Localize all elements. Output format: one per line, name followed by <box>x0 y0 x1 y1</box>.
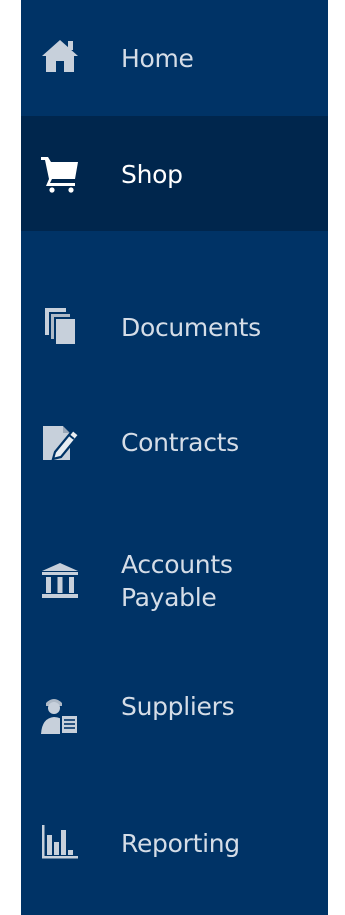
sidebar-item-shop[interactable]: Shop <box>21 116 328 231</box>
sidebar-item-label: Suppliers <box>121 692 235 721</box>
sidebar-nav: Home Shop Documents Contracts Accounts P… <box>21 0 328 915</box>
bank-icon <box>39 560 81 602</box>
home-icon <box>39 34 81 76</box>
sidebar-item-reporting[interactable]: Reporting <box>21 765 328 915</box>
bar-chart-icon <box>39 820 81 862</box>
documents-icon <box>39 305 81 347</box>
sidebar-item-contracts[interactable]: Contracts <box>21 346 328 524</box>
sidebar-item-label: Reporting <box>121 829 240 858</box>
sidebar-item-label: Home <box>121 44 194 73</box>
sidebar-item-suppliers[interactable]: Suppliers <box>21 650 328 765</box>
sidebar-item-label: Shop <box>121 160 183 189</box>
contract-pen-icon <box>39 420 81 462</box>
sidebar-item-label: Contracts <box>121 428 239 457</box>
sidebar: Home Shop Documents Contracts Accounts P… <box>0 0 345 915</box>
sidebar-item-accounts-payable[interactable]: Accounts Payable <box>21 524 328 650</box>
sidebar-item-home[interactable]: Home <box>21 0 328 116</box>
sidebar-item-label: Accounts Payable <box>121 550 233 612</box>
supplier-person-icon <box>39 694 81 736</box>
sidebar-item-label: Documents <box>121 313 261 342</box>
sidebar-item-documents[interactable]: Documents <box>21 231 328 346</box>
shopping-cart-icon <box>39 152 81 194</box>
